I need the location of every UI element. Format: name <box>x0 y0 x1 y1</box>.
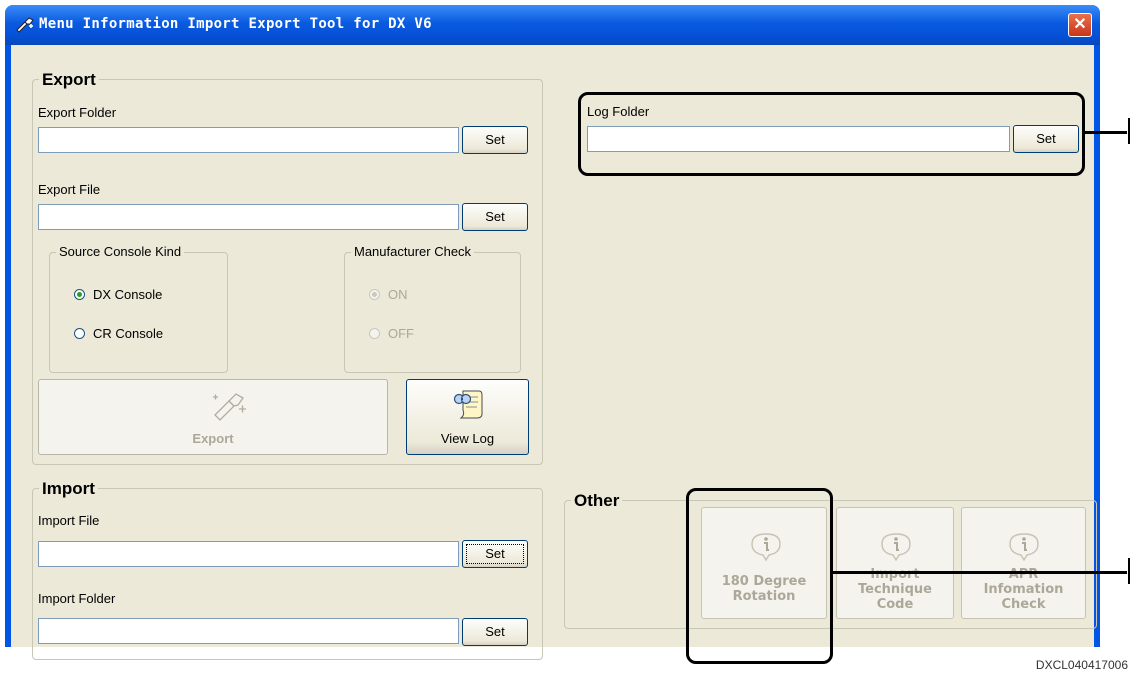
figure-id: DXCL040417006 <box>1035 658 1128 672</box>
label-line: Import <box>870 567 920 582</box>
manufacturer-check-legend: Manufacturer Check <box>351 244 475 259</box>
callout-ref-mark <box>1128 558 1130 584</box>
info-icon <box>1009 533 1039 562</box>
label-line: Code <box>876 597 914 612</box>
rotation-callout-pointer <box>833 571 1127 574</box>
import-folder-input[interactable] <box>38 618 459 644</box>
radio-mfr-off[interactable]: OFF <box>369 326 414 341</box>
export-wand-icon <box>213 393 246 421</box>
label-line: APR <box>1008 567 1039 582</box>
export-button-label: Export <box>192 431 234 446</box>
callout-ref-mark <box>1128 118 1130 144</box>
export-legend: Export <box>39 70 99 90</box>
rotation-callout <box>686 488 833 664</box>
import-file-set-button[interactable]: Set <box>462 540 528 568</box>
import-legend: Import <box>39 479 98 499</box>
radio-cr-console[interactable]: CR Console <box>74 326 163 341</box>
apr-information-check-button[interactable]: APR Infomation Check <box>961 507 1086 619</box>
export-folder-input[interactable] <box>38 127 459 153</box>
radio-label: ON <box>388 287 408 302</box>
other-legend: Other <box>571 491 623 511</box>
radio-label: DX Console <box>93 287 163 302</box>
title-bar: Menu Information Import Export Tool for … <box>5 5 1100 45</box>
radio-indicator <box>369 328 380 339</box>
export-button[interactable]: Export <box>38 379 388 455</box>
import-technique-code-button[interactable]: Import Technique Code <box>836 507 954 619</box>
radio-indicator <box>74 328 85 339</box>
close-icon: ✕ <box>1073 16 1087 33</box>
radio-mfr-on[interactable]: ON <box>369 287 408 302</box>
log-folder-callout-pointer <box>1085 131 1127 134</box>
radio-indicator <box>369 289 380 300</box>
export-file-label: Export File <box>38 182 101 197</box>
info-icon <box>881 533 911 562</box>
close-button[interactable]: ✕ <box>1068 13 1092 37</box>
radio-label: OFF <box>388 326 414 341</box>
log-folder-callout <box>578 92 1085 176</box>
export-file-set-button[interactable]: Set <box>462 203 528 231</box>
radio-dx-console[interactable]: DX Console <box>74 287 162 302</box>
label-line: Check <box>1001 597 1046 612</box>
export-folder-set-button[interactable]: Set <box>462 126 528 154</box>
import-file-input[interactable] <box>38 541 459 567</box>
app-wand-icon <box>16 17 34 33</box>
manufacturer-check-group: Manufacturer Check <box>344 244 521 373</box>
export-folder-label: Export Folder <box>38 105 117 120</box>
import-file-label: Import File <box>38 513 100 528</box>
source-console-group: Source Console Kind <box>49 244 228 373</box>
window-title: Menu Information Import Export Tool for … <box>39 16 432 32</box>
view-log-icon <box>453 390 483 419</box>
import-folder-set-button[interactable]: Set <box>462 618 528 646</box>
label-line: Infomation <box>983 582 1064 597</box>
radio-indicator <box>74 289 85 300</box>
view-log-button-label: View Log <box>440 431 495 446</box>
source-console-legend: Source Console Kind <box>56 244 185 259</box>
label-line: Technique <box>857 582 932 597</box>
view-log-button[interactable]: View Log <box>406 379 529 455</box>
radio-label: CR Console <box>93 326 164 341</box>
import-folder-label: Import Folder <box>38 591 116 606</box>
export-file-input[interactable] <box>38 204 459 230</box>
